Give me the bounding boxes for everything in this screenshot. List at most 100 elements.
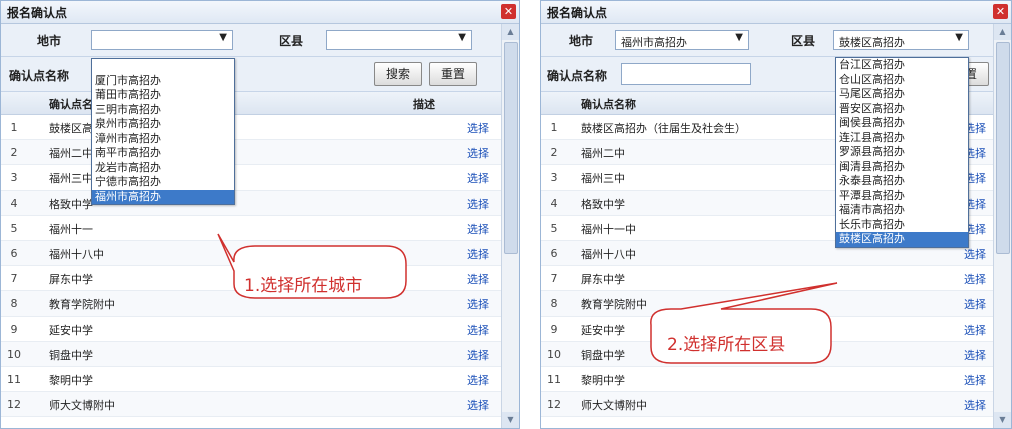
callout-text: 2.选择所在区县: [667, 335, 786, 355]
row-number: 2: [10, 146, 18, 160]
row-number: 3: [10, 171, 18, 185]
search-button[interactable]: 搜索: [374, 62, 422, 86]
close-icon[interactable]: ✕: [501, 4, 516, 19]
county-label: 区县: [279, 34, 304, 48]
select-link[interactable]: 选择: [964, 246, 986, 262]
callout-bubble: [650, 282, 838, 364]
row-number: 6: [10, 246, 18, 260]
dropdown-option[interactable]: 罗源县高招办: [836, 145, 968, 160]
row-number: 12: [547, 398, 561, 412]
point-name-label: 确认点名称: [547, 69, 608, 83]
select-link[interactable]: 选择: [467, 372, 489, 388]
scroll-up-icon[interactable]: ▲: [502, 24, 519, 40]
dropdown-option[interactable]: 永泰县高招办: [836, 174, 968, 189]
row-name: 铜盘中学: [49, 348, 93, 362]
select-link[interactable]: 选择: [964, 372, 986, 388]
row-number: 9: [550, 322, 558, 336]
row-number: 7: [550, 272, 558, 286]
select-link[interactable]: 选择: [964, 296, 986, 312]
row-name: 福州三中: [581, 172, 625, 186]
col-point-name: 确认点名称: [581, 98, 636, 111]
scroll-down-icon[interactable]: ▼: [994, 412, 1011, 428]
dialog-titlebar: 报名确认点 ✕: [541, 1, 1011, 24]
county-select-value: 鼓楼区高招办: [839, 36, 905, 49]
select-link[interactable]: 选择: [467, 397, 489, 413]
dropdown-option[interactable]: [92, 59, 234, 74]
row-number: 10: [7, 347, 21, 361]
row-name: 屏东中学: [49, 273, 93, 287]
dropdown-option[interactable]: 连江县高招办: [836, 131, 968, 146]
filter-row: 地市 福州市高招办 ▼ 区县 鼓楼区高招办 ▼: [541, 24, 993, 57]
county-select[interactable]: 鼓楼区高招办 ▼: [833, 30, 969, 50]
select-link[interactable]: 选择: [964, 347, 986, 363]
dropdown-option-selected[interactable]: 鼓楼区高招办: [836, 232, 968, 247]
row-name: 黎明中学: [49, 373, 93, 387]
vertical-scrollbar[interactable]: ▲ ▼: [993, 24, 1011, 428]
dropdown-option[interactable]: 莆田市高招办: [92, 88, 234, 103]
filter-row: 地市 ▼ 区县 ▼: [1, 24, 501, 57]
select-link[interactable]: 选择: [467, 347, 489, 363]
close-icon[interactable]: ✕: [993, 4, 1008, 19]
select-link[interactable]: 选择: [467, 145, 489, 161]
county-label: 区县: [791, 34, 816, 48]
chevron-down-icon: ▼: [219, 32, 227, 43]
dropdown-option[interactable]: 漳州市高招办: [92, 132, 234, 147]
scrollbar-thumb[interactable]: [504, 42, 518, 254]
dropdown-option[interactable]: 泉州市高招办: [92, 117, 234, 132]
dropdown-option[interactable]: 台江区高招办: [836, 58, 968, 73]
dropdown-option[interactable]: 南平市高招办: [92, 146, 234, 161]
confirm-point-dialog-county-step: 报名确认点 ✕ 地市 福州市高招办 ▼ 区县 鼓楼区高招办 ▼ 确认点名称 搜索…: [540, 0, 1012, 429]
table-header: 确认点名称 描述: [1, 92, 501, 115]
row-name: 黎明中学: [581, 373, 625, 387]
dropdown-option[interactable]: 晋安区高招办: [836, 102, 968, 117]
dropdown-option[interactable]: 闽侯县高招办: [836, 116, 968, 131]
select-link[interactable]: 选择: [467, 170, 489, 186]
dropdown-option[interactable]: 平潭县高招办: [836, 189, 968, 204]
row-name: 鼓楼区高: [49, 122, 93, 135]
city-dropdown-list: 厦门市高招办 莆田市高招办 三明市高招办 泉州市高招办 漳州市高招办 南平市高招…: [91, 58, 235, 205]
dropdown-option[interactable]: 三明市高招办: [92, 103, 234, 118]
select-link[interactable]: 选择: [964, 397, 986, 413]
dropdown-option[interactable]: 宁德市高招办: [92, 175, 234, 190]
reset-button[interactable]: 重置: [429, 62, 477, 86]
select-link[interactable]: 选择: [964, 271, 986, 287]
county-dropdown-list: 台江区高招办 仓山区高招办 马尾区高招办 晋安区高招办 闽侯县高招办 连江县高招…: [835, 57, 969, 248]
select-link[interactable]: 选择: [467, 221, 489, 237]
row-number: 1: [10, 121, 18, 134]
search-row: 确认点名称 搜索 重置: [1, 57, 501, 92]
dropdown-option[interactable]: 仓山区高招办: [836, 73, 968, 88]
dropdown-option[interactable]: 闽清县高招办: [836, 160, 968, 175]
dialog-title: 报名确认点: [7, 6, 68, 20]
dropdown-option[interactable]: 厦门市高招办: [92, 74, 234, 89]
row-name: 师大文博附中: [581, 399, 647, 413]
city-select[interactable]: 福州市高招办 ▼: [615, 30, 749, 50]
scrollbar-thumb[interactable]: [996, 42, 1010, 254]
scroll-down-icon[interactable]: ▼: [502, 412, 519, 428]
dropdown-option-selected[interactable]: 福州市高招办: [92, 189, 234, 204]
select-link[interactable]: 选择: [467, 271, 489, 287]
dropdown-option[interactable]: 长乐市高招办: [836, 218, 968, 233]
dropdown-option[interactable]: 龙岩市高招办: [92, 161, 234, 176]
row-number: 2: [550, 146, 558, 160]
table-row: 10 铜盘中学 选择: [1, 341, 501, 367]
scroll-up-icon[interactable]: ▲: [994, 24, 1011, 40]
select-link[interactable]: 选择: [467, 322, 489, 338]
city-label: 地市: [569, 34, 594, 48]
point-name-input[interactable]: [621, 63, 751, 85]
select-link[interactable]: 选择: [467, 120, 489, 136]
row-name: 鼓楼区高招办（往届生及社会生）: [581, 122, 746, 135]
select-link[interactable]: 选择: [467, 246, 489, 262]
row-name: 福州二中: [49, 147, 93, 161]
select-link[interactable]: 选择: [467, 196, 489, 212]
select-link[interactable]: 选择: [467, 296, 489, 312]
county-select[interactable]: ▼: [326, 30, 472, 50]
city-select[interactable]: ▼: [91, 30, 233, 50]
dropdown-option[interactable]: 福清市高招办: [836, 203, 968, 218]
row-number: 11: [547, 372, 561, 386]
row-name: 福州十八中: [49, 247, 104, 261]
select-link[interactable]: 选择: [964, 322, 986, 338]
table-row: 12 师大文博附中 选择: [1, 392, 501, 418]
vertical-scrollbar[interactable]: ▲ ▼: [501, 24, 519, 428]
dropdown-option[interactable]: 马尾区高招办: [836, 87, 968, 102]
row-number: 11: [7, 372, 21, 386]
